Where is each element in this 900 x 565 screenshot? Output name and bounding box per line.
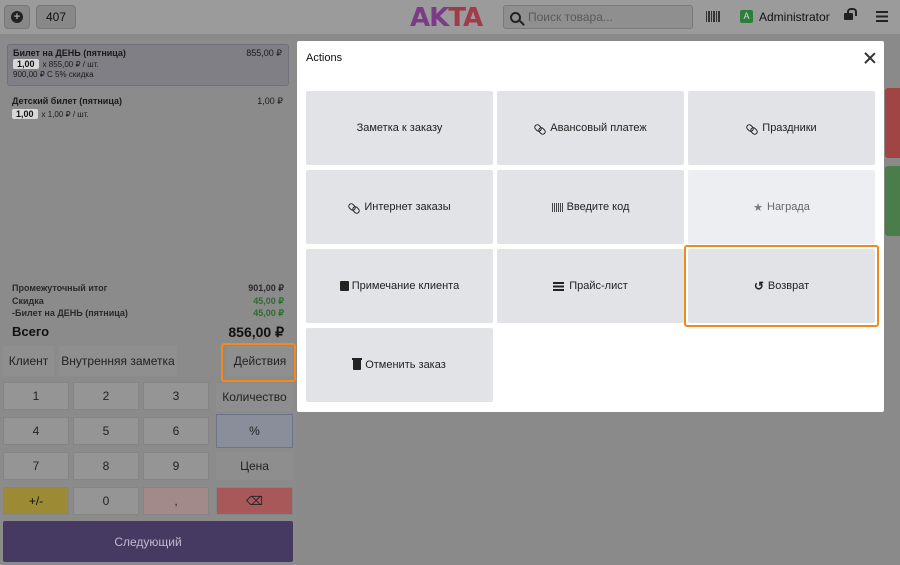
tile-refund[interactable]: ↺ Возврат	[688, 249, 875, 323]
new-order-button[interactable]: +	[4, 5, 30, 29]
subtotal-label: Промежуточный итог	[12, 283, 108, 293]
key-8[interactable]: 8	[73, 452, 139, 480]
barcode-icon	[551, 202, 564, 212]
plus-icon: +	[11, 11, 23, 23]
tile-price-list[interactable]: Прайс-лист	[497, 249, 684, 323]
tile-label: Введите код	[566, 201, 630, 213]
order-panel: Билет на ДЕНЬ (пятница) 855,00 ₽ 1,00 x 8…	[0, 38, 296, 565]
key-4[interactable]: 4	[3, 417, 69, 445]
tile-label: Праздники	[762, 122, 817, 134]
note-icon	[339, 281, 349, 291]
search-input[interactable]	[528, 10, 678, 24]
user-avatar[interactable]: A	[740, 10, 753, 23]
order-line-price: 1,00 ₽	[257, 96, 283, 106]
link-icon	[534, 123, 545, 134]
comma-key[interactable]: ,	[143, 487, 209, 515]
close-icon[interactable]	[864, 52, 876, 64]
tile-label: Авансовый платеж	[550, 122, 647, 134]
key-3[interactable]: 3	[143, 382, 209, 410]
lock-icon[interactable]	[844, 8, 857, 20]
key-7[interactable]: 7	[3, 452, 69, 480]
tile-holidays[interactable]: Праздники	[688, 91, 875, 165]
order-line-name: Детский билет (пятница)	[12, 96, 122, 106]
actions-button[interactable]: Действия	[227, 346, 293, 376]
key-2[interactable]: 2	[73, 382, 139, 410]
link-icon	[746, 123, 757, 134]
link-icon	[348, 202, 359, 213]
tile-internet-orders[interactable]: Интернет заказы	[306, 170, 493, 244]
key-1[interactable]: 1	[3, 382, 69, 410]
background-category-tab	[885, 88, 900, 158]
search-icon	[510, 11, 521, 23]
trash-icon	[352, 358, 363, 370]
discount-item-label: -Билет на ДЕНЬ (пятница)	[12, 308, 128, 318]
tile-label: Отменить заказ	[365, 359, 446, 371]
percent-button[interactable]: %	[216, 414, 293, 448]
tile-label: Возврат	[767, 280, 810, 292]
background-category-tab	[885, 166, 900, 236]
discount-value: 45,00 ₽	[253, 295, 284, 306]
actions-modal: Actions Заметка к заказу Авансовый плате…	[297, 41, 884, 412]
discount-label: Скидка	[12, 295, 44, 306]
total-label: Всего	[12, 323, 50, 339]
list-icon	[553, 281, 565, 291]
hamburger-menu-icon[interactable]	[876, 11, 888, 22]
search-box[interactable]	[503, 5, 693, 29]
order-number-button[interactable]: 407	[36, 5, 76, 29]
tile-label: Примечание клиента	[351, 280, 460, 292]
order-line[interactable]: Детский билет (пятница) 1,00 ₽ 1,00 x 1,0…	[7, 96, 289, 126]
key-9[interactable]: 9	[143, 452, 209, 480]
backspace-icon[interactable]: ⌫	[216, 487, 293, 515]
user-name[interactable]: Administrator	[759, 10, 830, 24]
order-line-unit: x 855,00 ₽ / шт.	[42, 60, 99, 69]
plus-minus-key[interactable]: +/-	[3, 487, 69, 515]
barcode-icon[interactable]	[706, 11, 720, 22]
tile-customer-note[interactable]: Примечание клиента	[306, 249, 493, 323]
next-button[interactable]: Следующий	[3, 521, 293, 562]
logo: AKTA	[410, 3, 483, 33]
order-line-unit: x 1,00 ₽ / шт.	[41, 110, 89, 119]
tile-label: Награда	[767, 201, 810, 213]
star-icon: ★	[753, 201, 763, 214]
tile-order-note[interactable]: Заметка к заказу	[306, 91, 493, 165]
undo-icon: ↺	[753, 279, 764, 293]
tile-cancel-order[interactable]: Отменить заказ	[306, 328, 493, 402]
price-button[interactable]: Цена	[216, 452, 293, 480]
key-0[interactable]: 0	[73, 487, 139, 515]
order-line-qty: 1,00	[12, 109, 38, 119]
tile-label: Интернет заказы	[364, 201, 451, 213]
quantity-button[interactable]: Количество	[216, 383, 293, 411]
tile-label: Заметка к заказу	[356, 122, 443, 134]
order-line-discount: 900,00 ₽ С 5% скидка	[13, 70, 94, 79]
modal-title: Actions	[306, 52, 343, 64]
tile-label: Прайс-лист	[569, 280, 628, 292]
total-value: 856,00 ₽	[228, 323, 284, 340]
order-line[interactable]: Билет на ДЕНЬ (пятница) 855,00 ₽ 1,00 x 8…	[7, 44, 289, 86]
order-line-qty: 1,00	[13, 59, 39, 69]
order-line-price: 855,00 ₽	[246, 48, 282, 58]
internal-note-button[interactable]: Внутренняя заметка	[59, 346, 177, 376]
order-line-name: Билет на ДЕНЬ (пятница)	[13, 48, 126, 58]
order-totals: Промежуточный итог 901,00 ₽ Скидка 45,00 ₽…	[12, 283, 284, 340]
tile-reward[interactable]: ★ Награда	[688, 170, 875, 244]
subtotal-value: 901,00 ₽	[248, 283, 284, 293]
key-6[interactable]: 6	[143, 417, 209, 445]
discount-item-value: 45,00 ₽	[253, 308, 284, 318]
client-button[interactable]: Клиент	[3, 346, 54, 376]
tile-enter-code[interactable]: Введите код	[497, 170, 684, 244]
key-5[interactable]: 5	[73, 417, 139, 445]
top-bar: + 407 AKTA A Administrator	[0, 0, 900, 34]
tile-advance-payment[interactable]: Авансовый платеж	[497, 91, 684, 165]
